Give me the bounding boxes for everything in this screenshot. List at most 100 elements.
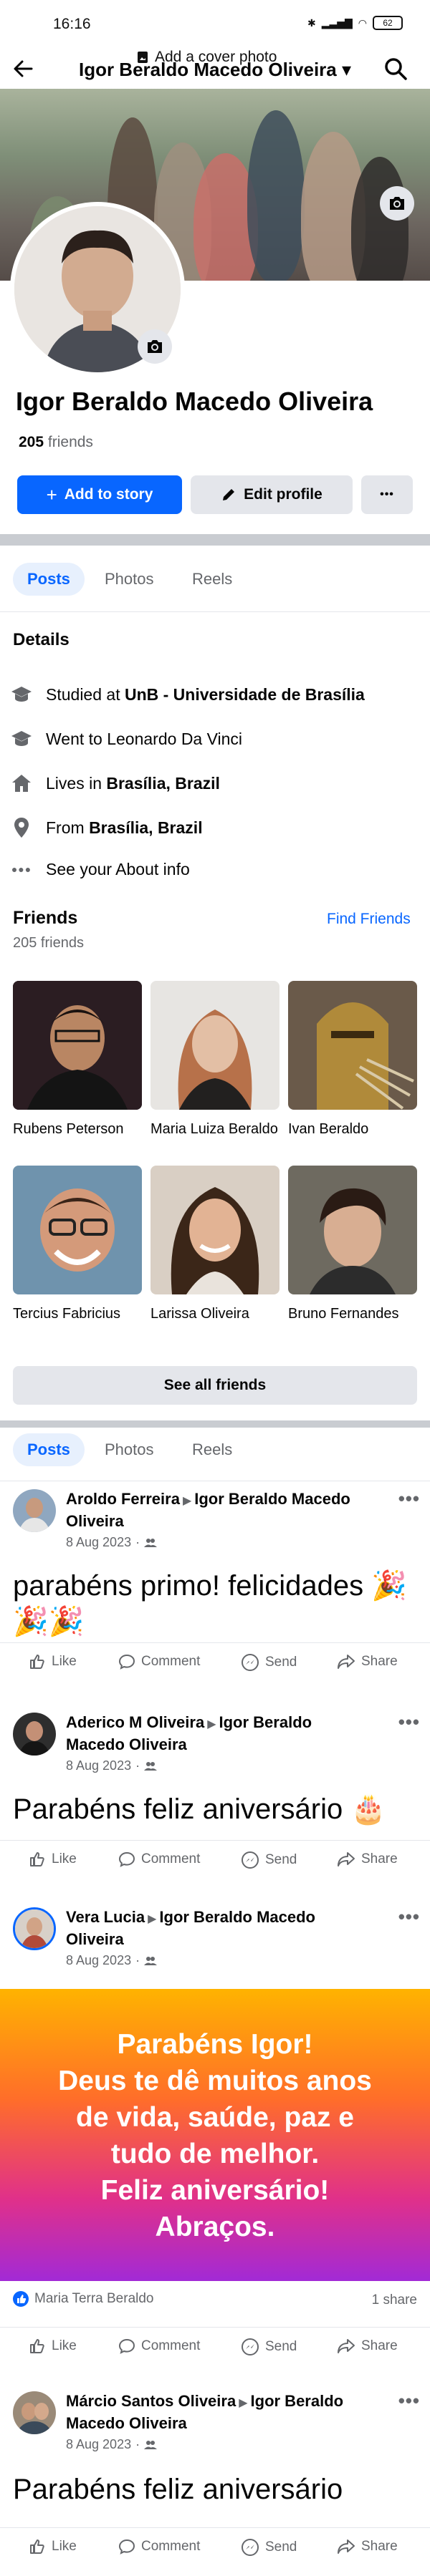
cover-camera-button[interactable] <box>380 186 414 221</box>
post-date: 8 Aug 2023 <box>66 1758 132 1773</box>
detail-went-to-text: Went to Leonardo Da Vinci <box>46 729 243 748</box>
post-more-icon[interactable]: ••• <box>398 1488 420 1510</box>
friend-card[interactable]: Bruno Fernandes <box>288 1166 417 1323</box>
post-more-icon[interactable]: ••• <box>398 2390 420 2412</box>
post-banner[interactable]: Parabéns Igor! Deus te dê muitos anos de… <box>0 1989 430 2281</box>
post-date: 8 Aug 2023 <box>66 2437 132 2451</box>
detail-about-text: See your About info <box>46 859 190 878</box>
send-button[interactable]: Send <box>241 1851 297 1869</box>
meta-separator: · <box>135 1758 140 1773</box>
friend-name: Ivan Beraldo <box>288 1121 369 1137</box>
post-author-avatar[interactable] <box>13 1489 56 1532</box>
tab-photos[interactable]: Photos <box>90 563 168 596</box>
friend-photo <box>13 981 142 1110</box>
tab-reels[interactable]: Reels <box>178 1433 247 1466</box>
share-icon <box>337 2538 355 2555</box>
cover-photo-icon <box>136 50 149 64</box>
like-button[interactable]: Like <box>29 2338 77 2355</box>
post-author-line[interactable]: Márcio Santos Oliveira ▶ Igor Beraldo Mace… <box>66 2391 374 2434</box>
post-author-avatar[interactable] <box>13 1713 56 1756</box>
share-label: Share <box>361 2338 398 2353</box>
friends-subtitle: 205 friends <box>13 935 84 951</box>
tab-reels[interactable]: Reels <box>178 563 247 596</box>
add-to-story-button[interactable]: + Add to story <box>17 475 182 514</box>
friend-card[interactable]: Larissa Oliveira <box>150 1166 280 1323</box>
messenger-icon <box>241 2338 259 2356</box>
share-label: Share <box>361 1851 398 1866</box>
share-button[interactable]: Share <box>337 1851 398 1868</box>
friend-photo <box>288 981 417 1110</box>
meta-separator: · <box>135 2437 140 2451</box>
tab-photos[interactable]: Photos <box>90 1433 168 1466</box>
tab-posts[interactable]: Posts <box>13 563 85 596</box>
like-button[interactable]: Like <box>29 1851 77 1868</box>
detail-about[interactable]: ●●● See your About info <box>10 855 190 883</box>
graduation-cap-icon <box>10 683 33 706</box>
post-more-icon[interactable]: ••• <box>398 1711 420 1733</box>
comment-button[interactable]: Comment <box>118 2338 200 2355</box>
comment-label: Comment <box>141 2539 201 2554</box>
search-icon[interactable] <box>383 56 408 82</box>
reactions-summary[interactable]: Maria Terra Beraldo <box>13 2291 154 2307</box>
comment-button[interactable]: Comment <box>118 1653 200 1670</box>
detail-went-to[interactable]: Went to Leonardo Da Vinci <box>10 725 242 753</box>
find-friends-link[interactable]: Find Friends <box>327 911 411 928</box>
like-button[interactable]: Like <box>29 2538 77 2555</box>
add-cover-photo-button[interactable]: Add a cover photo <box>136 49 277 66</box>
post-author-name: Aroldo Ferreira <box>66 1490 180 1508</box>
send-label: Send <box>265 1655 297 1670</box>
post-text: Parabéns feliz aniversário <box>13 2474 343 2505</box>
shares-count[interactable]: 1 share <box>372 2292 417 2308</box>
friends-title: Friends <box>13 908 78 928</box>
graduation-cap-icon <box>10 727 33 750</box>
like-button[interactable]: Like <box>29 1653 77 1670</box>
friend-card[interactable]: Maria Luiza Beraldo <box>150 981 280 1138</box>
share-button[interactable]: Share <box>337 1653 398 1670</box>
friend-name: Tercius Fabricius <box>13 1306 121 1322</box>
like-icon <box>29 2538 46 2555</box>
friend-card[interactable]: Rubens Peterson <box>13 981 142 1138</box>
arrow-right-icon: ▶ <box>239 2397 248 2409</box>
friends-audience-icon <box>144 1956 158 1966</box>
comment-button[interactable]: Comment <box>118 2538 200 2555</box>
see-all-friends-button[interactable]: See all friends <box>13 1366 417 1405</box>
edit-profile-button[interactable]: Edit profile <box>191 475 353 514</box>
post-actions: Like Comment Send Share <box>0 1642 430 1682</box>
edit-profile-label: Edit profile <box>244 486 322 503</box>
friend-card[interactable]: Ivan Beraldo <box>288 981 417 1138</box>
comment-button[interactable]: Comment <box>118 1851 200 1868</box>
camera-icon <box>388 195 406 211</box>
friend-name: Maria Luiza Beraldo <box>150 1121 278 1137</box>
lives-value: Brasília, Brazil <box>106 773 220 793</box>
post-author-line[interactable]: Vera Lucia ▶ Igor Beraldo Macedo Oliveira <box>66 1907 374 1950</box>
more-options-button[interactable]: ••• <box>361 475 413 514</box>
post-author-avatar[interactable] <box>13 2391 56 2434</box>
wifi-icon: ◠ <box>358 16 367 29</box>
profile-tabs: Posts Photos Reels <box>0 548 430 610</box>
post-author-line[interactable]: Aderico M Oliveira ▶ Igor Beraldo Macedo O… <box>66 1713 374 1755</box>
posts-tabs: Posts Photos Reels <box>0 1419 430 1481</box>
friend-photo <box>150 1166 280 1294</box>
post-text: parabéns primo! felicidades 🎉🎉🎉 <box>13 1570 408 1637</box>
send-button[interactable]: Send <box>241 1653 297 1672</box>
detail-lives-in[interactable]: Lives in Brasília, Brazil <box>10 769 220 798</box>
share-label: Share <box>361 1654 398 1669</box>
post-author-line[interactable]: Aroldo Ferreira ▶ Igor Beraldo Macedo Oliv… <box>66 1489 374 1531</box>
send-button[interactable]: Send <box>241 2338 297 2356</box>
share-button[interactable]: Share <box>337 2338 398 2355</box>
friends-audience-icon <box>144 2440 158 2450</box>
profile-friends-count[interactable]: 205 friends <box>19 434 93 451</box>
meta-separator: · <box>135 1535 140 1549</box>
profile-camera-button[interactable] <box>138 329 172 364</box>
lives-prefix: Lives in <box>46 773 107 793</box>
tab-posts[interactable]: Posts <box>13 1433 85 1466</box>
post-more-icon[interactable]: ••• <box>398 1906 420 1928</box>
battery-icon: 62 <box>373 16 403 30</box>
detail-studied[interactable]: Studied at UnB - Universidade de Brasíli… <box>10 680 365 709</box>
post-author-avatar[interactable] <box>13 1907 56 1950</box>
send-button[interactable]: Send <box>241 2538 297 2557</box>
detail-from[interactable]: From Brasília, Brazil <box>10 813 203 842</box>
profile-name: Igor Beraldo Macedo Oliveira <box>16 387 373 416</box>
share-button[interactable]: Share <box>337 2538 398 2555</box>
friend-card[interactable]: Tercius Fabricius <box>13 1166 142 1323</box>
